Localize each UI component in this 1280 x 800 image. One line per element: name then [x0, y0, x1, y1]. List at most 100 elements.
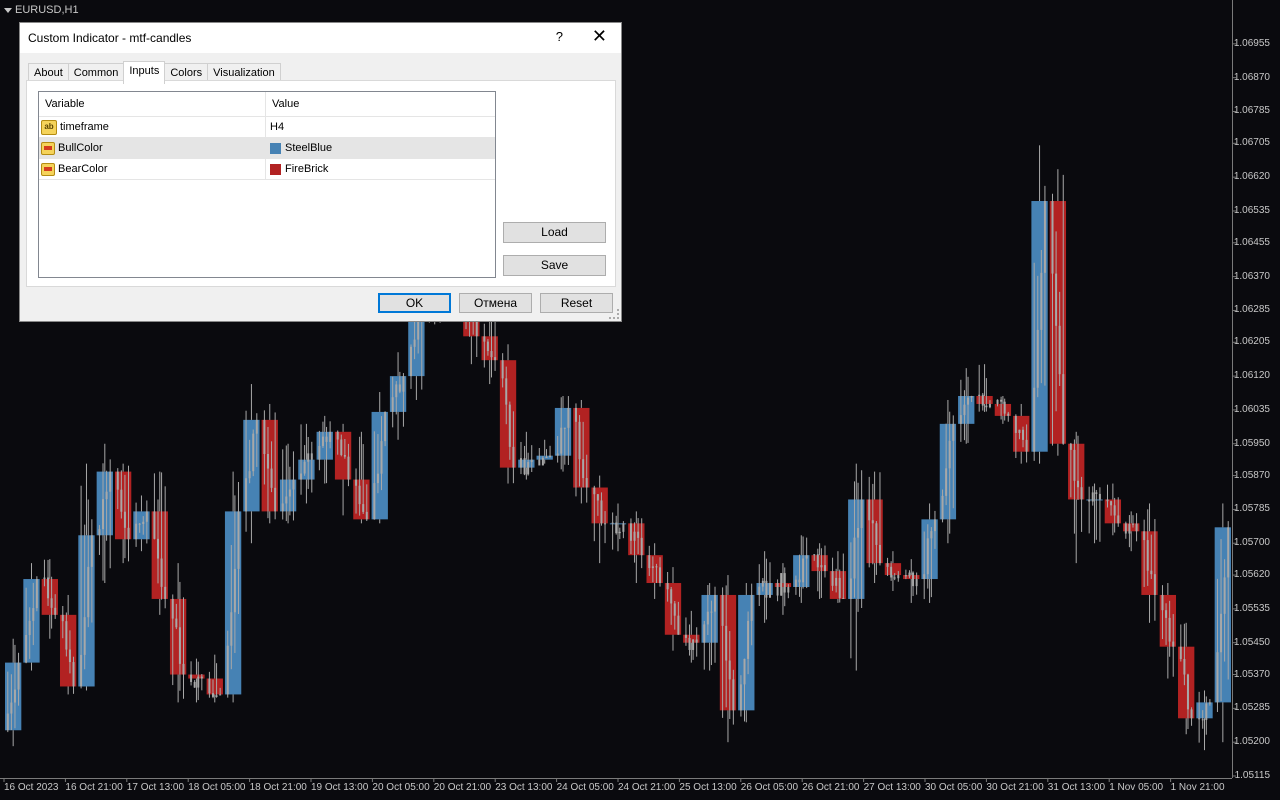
h1-candle-body — [32, 608, 35, 621]
h1-candle-body — [336, 431, 339, 440]
h1-candle-body — [758, 586, 761, 595]
h1-candle-body — [153, 511, 156, 539]
cancel-button[interactable]: Отмена — [459, 293, 532, 313]
h1-candle-body — [1161, 594, 1164, 611]
h1-candle-body — [600, 500, 603, 524]
reset-button[interactable]: Reset — [540, 293, 613, 313]
h1-candle-body — [25, 634, 28, 663]
h1-candle-body — [157, 538, 159, 559]
h1-candle-body — [838, 577, 841, 598]
time-tick-label: 30 Oct 21:00 — [986, 782, 1044, 793]
tab-inputs[interactable]: Inputs — [123, 61, 166, 84]
h1-candle-body — [1036, 329, 1039, 388]
time-tick-label: 20 Oct 21:00 — [433, 782, 492, 793]
dialog-title-bar[interactable]: Custom Indicator - mtf-candles ? ✕ — [20, 23, 621, 53]
time-tick-label: 16 Oct 21:00 — [65, 782, 123, 793]
h1-candle-body — [538, 459, 541, 466]
h1-candle-body — [1077, 480, 1079, 488]
inputs-panel: Variable Value ab timeframe H4 BullColor — [26, 80, 616, 287]
variable-value[interactable]: H4 — [270, 121, 284, 133]
h1-candle-body — [637, 531, 640, 538]
h1-candle-body — [1098, 493, 1101, 500]
h1-candle-body — [1014, 415, 1017, 433]
h1-candle-body — [1208, 702, 1211, 704]
h1-candle-body — [1110, 501, 1113, 506]
h1-candle-body — [127, 527, 130, 540]
ok-button[interactable]: OK — [378, 293, 451, 313]
dropdown-triangle-icon[interactable] — [4, 7, 12, 13]
price-tick-label: 1.06535 — [1233, 204, 1270, 216]
h1-candle-body — [743, 658, 746, 685]
column-header-variable[interactable]: Variable — [39, 92, 266, 116]
h1-candle-body — [1179, 646, 1182, 660]
table-row[interactable]: BullColor SteelBlue — [39, 138, 495, 159]
h1-candle-body — [761, 580, 764, 587]
h1-candle-body — [98, 529, 101, 536]
h1-candle-body — [145, 511, 148, 522]
h1-candle-body — [1220, 613, 1223, 653]
dialog-title: Custom Indicator - mtf-candles — [28, 31, 192, 45]
h1-candle-body — [560, 427, 563, 454]
h1-candle-body — [1073, 449, 1076, 481]
h1-candle-body — [556, 453, 559, 456]
price-tick-label: 1.05370 — [1233, 668, 1270, 680]
h1-candle-body — [692, 639, 695, 650]
h1-candle-body — [545, 456, 548, 458]
column-header-value[interactable]: Value — [266, 92, 299, 116]
h1-candle-body — [648, 555, 651, 569]
inputs-grid[interactable]: Variable Value ab timeframe H4 BullColor — [38, 91, 496, 278]
h1-candle-body — [783, 573, 786, 593]
time-tick-label: 1 Nov 05:00 — [1109, 782, 1164, 793]
h1-candle-body — [1223, 577, 1226, 614]
price-tick-label: 1.05200 — [1233, 736, 1270, 748]
h1-candle-body — [640, 537, 643, 556]
h1-candle-body — [706, 611, 709, 625]
h1-candle-body — [567, 407, 570, 428]
time-tick-label: 1 Nov 21:00 — [1170, 782, 1225, 793]
h1-candle-body — [347, 456, 350, 480]
variable-value[interactable]: FireBrick — [285, 163, 328, 175]
help-button[interactable]: ? — [556, 29, 563, 44]
h1-candle-body — [413, 339, 416, 347]
h1-candle-body — [230, 612, 233, 646]
h1-candle-body — [343, 455, 346, 457]
h1-candle-body — [1025, 439, 1028, 452]
resize-grip-icon[interactable] — [609, 309, 619, 319]
close-icon[interactable]: ✕ — [592, 26, 607, 47]
h1-candle-body — [728, 660, 731, 680]
h1-candle-body — [1007, 413, 1010, 416]
h1-candle-body — [200, 676, 203, 679]
h1-candle-body — [816, 554, 819, 568]
price-tick-label: 1.05115 — [1234, 770, 1270, 781]
table-row[interactable]: BearColor FireBrick — [39, 159, 495, 180]
h1-candle-body — [868, 499, 871, 521]
time-tick-label: 19 Oct 13:00 — [311, 782, 369, 793]
load-button[interactable]: Load — [503, 222, 606, 243]
price-tick-label: 1.05700 — [1233, 537, 1270, 549]
h1-candle-body — [171, 598, 174, 619]
h1-candle-body — [769, 583, 771, 598]
h1-candle-body — [714, 594, 717, 612]
table-row[interactable]: ab timeframe H4 — [39, 117, 495, 138]
price-tick-label: 1.05870 — [1233, 469, 1270, 481]
h1-candle-body — [1128, 523, 1131, 534]
h1-candle-body — [208, 678, 211, 694]
h1-candle-body — [28, 620, 31, 635]
h1-candle-body — [109, 471, 112, 492]
h1-candle-body — [197, 676, 200, 688]
price-tick-label: 1.06620 — [1233, 171, 1270, 183]
h1-candle-body — [849, 578, 852, 599]
save-button[interactable]: Save — [503, 255, 606, 276]
h1-candle-body — [384, 411, 387, 442]
h1-candle-body — [182, 663, 185, 675]
h1-candle-body — [1080, 487, 1083, 500]
h1-candle-body — [970, 396, 973, 398]
h1-candle-body — [512, 446, 515, 468]
variable-value[interactable]: SteelBlue — [285, 142, 332, 154]
variable-name: BearColor — [58, 163, 108, 175]
h1-candle-body — [398, 384, 401, 392]
h1-candle-body — [135, 523, 138, 540]
h1-candle-body — [252, 433, 255, 472]
h1-candle-body — [988, 403, 991, 408]
h1-candle-body — [43, 577, 46, 580]
